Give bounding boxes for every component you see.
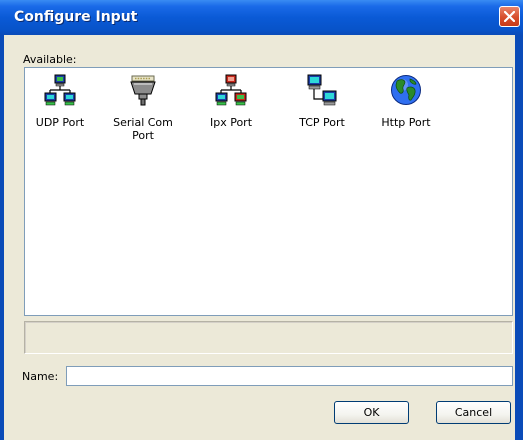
window-frame-right bbox=[515, 35, 523, 440]
list-item-label: Ipx Port bbox=[209, 116, 253, 129]
list-item-ipx-port[interactable]: Ipx Port bbox=[196, 68, 266, 148]
name-field[interactable] bbox=[66, 366, 513, 386]
list-item-udp-port[interactable]: UDP Port bbox=[25, 68, 95, 148]
name-label: Name: bbox=[22, 370, 59, 383]
title-bar[interactable]: Configure Input bbox=[0, 0, 523, 35]
description-panel bbox=[24, 321, 513, 354]
close-button[interactable] bbox=[499, 6, 520, 27]
list-item-label: Http Port bbox=[381, 116, 431, 129]
list-item-label: TCP Port bbox=[299, 116, 345, 129]
list-item-tcp-port[interactable]: TCP Port bbox=[287, 68, 357, 148]
list-item-label: Serial Com Port bbox=[113, 116, 173, 142]
available-label: Available: bbox=[23, 53, 77, 66]
available-ports-list[interactable]: UDP Port Serial Com Port Ipx Port TCP Po… bbox=[24, 67, 513, 316]
globe-icon bbox=[391, 75, 421, 105]
list-item-serial-com-port[interactable]: Serial Com Port bbox=[108, 68, 178, 148]
window-title: Configure Input bbox=[14, 9, 138, 25]
list-item-label: UDP Port bbox=[35, 116, 85, 129]
ok-button[interactable]: OK bbox=[334, 401, 409, 424]
network-computers-icon bbox=[44, 74, 76, 106]
close-icon bbox=[504, 11, 515, 22]
tcp-computers-icon bbox=[307, 74, 337, 106]
network-computers-icon bbox=[215, 74, 247, 106]
configure-input-window: Configure Input Available: UDP Port Seri… bbox=[0, 0, 523, 440]
cancel-button[interactable]: Cancel bbox=[436, 401, 511, 424]
list-item-http-port[interactable]: Http Port bbox=[371, 68, 441, 148]
serial-connector-icon bbox=[130, 75, 156, 106]
